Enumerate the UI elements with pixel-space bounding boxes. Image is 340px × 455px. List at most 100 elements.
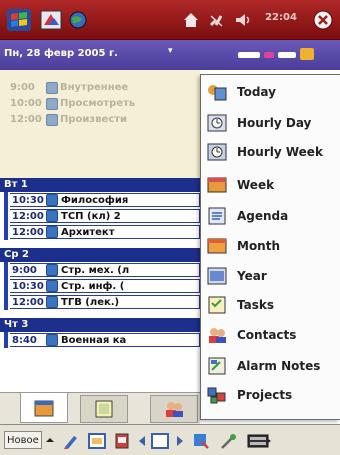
busy-indicator bbox=[264, 52, 274, 58]
signal-icon[interactable] bbox=[206, 6, 228, 34]
volume-icon[interactable] bbox=[232, 6, 254, 34]
menu-item-label: Month bbox=[237, 238, 281, 253]
keyboard-icon[interactable] bbox=[246, 431, 272, 451]
event-time: 10:30 bbox=[12, 280, 44, 292]
day-label: Чт 3 bbox=[4, 319, 29, 330]
menu-item-label: Alarm Notes bbox=[237, 358, 321, 373]
delete-icon[interactable] bbox=[112, 431, 132, 451]
menu-item-hourly-week[interactable]: Hourly Week bbox=[201, 137, 340, 166]
calendar-app-icon[interactable] bbox=[38, 6, 64, 34]
windows-flag-icon[interactable] bbox=[4, 6, 34, 34]
year-icon bbox=[205, 265, 229, 287]
chevron-down-icon[interactable]: ▾ bbox=[168, 46, 173, 56]
tools-icon[interactable] bbox=[218, 431, 240, 451]
date-bar[interactable]: Пн, 28 февр 2005 г. ▾ bbox=[0, 40, 340, 70]
event-title: Стр. инф. ( bbox=[61, 280, 125, 292]
globe-icon[interactable] bbox=[66, 6, 90, 34]
appointment-icon bbox=[46, 226, 58, 238]
menu-item-year[interactable]: Year bbox=[201, 261, 340, 290]
event-title: Военная ка bbox=[61, 334, 127, 346]
busy-indicator bbox=[278, 52, 296, 58]
command-bar: Новое bbox=[0, 424, 340, 455]
agenda-pane: 9:00 Внутреннее 10:00 Просмотреть 12:00 … bbox=[0, 70, 200, 392]
appointment-icon bbox=[46, 97, 58, 110]
menu-item-tasks[interactable]: Tasks bbox=[201, 290, 340, 319]
tab-notes[interactable] bbox=[80, 395, 128, 423]
day-label: Вт 1 bbox=[4, 179, 28, 190]
menu-item-projects[interactable]: Projects bbox=[201, 380, 340, 409]
table-row[interactable]: 9:00 Стр. мех. (л bbox=[10, 263, 200, 277]
table-row[interactable]: 10:30 Философия bbox=[10, 193, 200, 207]
pen-icon[interactable] bbox=[60, 431, 82, 451]
event-time: 10:30 bbox=[12, 194, 44, 206]
next-icon[interactable] bbox=[174, 431, 186, 451]
appointment-icon bbox=[46, 81, 58, 94]
menu-item-label: Hourly Day bbox=[237, 115, 312, 130]
close-icon[interactable] bbox=[310, 6, 336, 34]
day-view-icon[interactable] bbox=[148, 431, 172, 451]
menu-item-agenda[interactable]: Agenda bbox=[201, 201, 340, 230]
tab-contacts[interactable] bbox=[150, 395, 198, 423]
appointment-icon bbox=[46, 264, 58, 276]
menu-item-label: Agenda bbox=[237, 208, 289, 223]
title-bar: 22:04 bbox=[0, 0, 340, 40]
menu-item-alarm-notes[interactable]: Alarm Notes bbox=[201, 351, 340, 380]
prev-icon[interactable] bbox=[136, 431, 148, 451]
home-icon[interactable] bbox=[180, 6, 202, 34]
tab-calendar[interactable] bbox=[20, 393, 68, 423]
menu-item-today[interactable]: Today bbox=[201, 77, 340, 106]
menu-item-label: Contacts bbox=[237, 327, 297, 342]
menu-item-label: Projects bbox=[237, 387, 293, 402]
menu-item-month[interactable]: Month bbox=[201, 231, 340, 260]
appointment-icon bbox=[46, 194, 58, 206]
new-dropdown-icon[interactable] bbox=[44, 431, 56, 451]
appointment-icon bbox=[46, 113, 58, 126]
contacts-icon bbox=[205, 324, 229, 346]
day-label: Ср 2 bbox=[4, 249, 29, 260]
calendar-tab-icon bbox=[34, 400, 54, 416]
event-time: 12:00 bbox=[12, 226, 44, 238]
menu-item-label: Year bbox=[237, 268, 267, 283]
alarm-notes-icon bbox=[205, 355, 229, 377]
table-row[interactable]: 10:30 Стр. инф. ( bbox=[10, 279, 200, 293]
find-icon[interactable] bbox=[190, 431, 212, 451]
day-header[interactable]: Чт 3 bbox=[0, 318, 200, 332]
list-item[interactable]: 10:00 Просмотреть bbox=[8, 96, 135, 111]
table-row[interactable]: 8:40 Военная ка bbox=[10, 333, 200, 347]
day-bar bbox=[4, 262, 8, 310]
new-button[interactable]: Новое bbox=[4, 431, 42, 449]
current-date[interactable]: Пн, 28 февр 2005 г. bbox=[4, 48, 118, 59]
event-time: 10:00 bbox=[10, 98, 42, 109]
event-time: 9:00 bbox=[12, 264, 37, 276]
view-tabs bbox=[0, 392, 200, 424]
clock-text[interactable]: 22:04 bbox=[256, 12, 306, 28]
table-row[interactable]: 12:00 Архитект bbox=[10, 225, 200, 239]
table-row[interactable]: 12:00 ТГВ (лек.) bbox=[10, 295, 200, 309]
menu-item-contacts[interactable]: Contacts bbox=[201, 320, 340, 349]
event-title: ТГВ (лек.) bbox=[61, 296, 120, 308]
list-item[interactable]: 9:00 Внутреннее bbox=[8, 80, 128, 95]
day-header[interactable]: Ср 2 bbox=[0, 248, 200, 262]
event-title: Философия bbox=[61, 194, 129, 206]
hourly-week-icon bbox=[205, 141, 229, 163]
appointment-icon bbox=[46, 280, 58, 292]
event-time: 8:40 bbox=[12, 334, 37, 346]
table-row[interactable]: 12:00 ТСП (кл) 2 bbox=[10, 209, 200, 223]
notes-tab-icon bbox=[95, 400, 113, 418]
event-time: 12:00 bbox=[12, 210, 44, 222]
event-time: 12:00 bbox=[12, 296, 44, 308]
event-title: ТСП (кл) 2 bbox=[61, 210, 121, 222]
busy-indicator bbox=[300, 48, 314, 60]
menu-item-week[interactable]: Week bbox=[201, 170, 340, 199]
event-title: Просмотреть bbox=[60, 98, 136, 109]
projects-icon bbox=[205, 384, 229, 406]
day-header[interactable]: Вт 1 bbox=[0, 178, 200, 192]
day-bar bbox=[4, 332, 8, 348]
event-time: 9:00 bbox=[10, 82, 35, 93]
event-title: Произвести bbox=[60, 114, 128, 125]
menu-item-hourly-day[interactable]: Hourly Day bbox=[201, 108, 340, 137]
list-item[interactable]: 12:00 Произвести bbox=[8, 112, 127, 127]
calendar-view-icon[interactable] bbox=[86, 431, 108, 451]
appointment-icon bbox=[46, 296, 58, 308]
tasks-icon bbox=[205, 294, 229, 316]
